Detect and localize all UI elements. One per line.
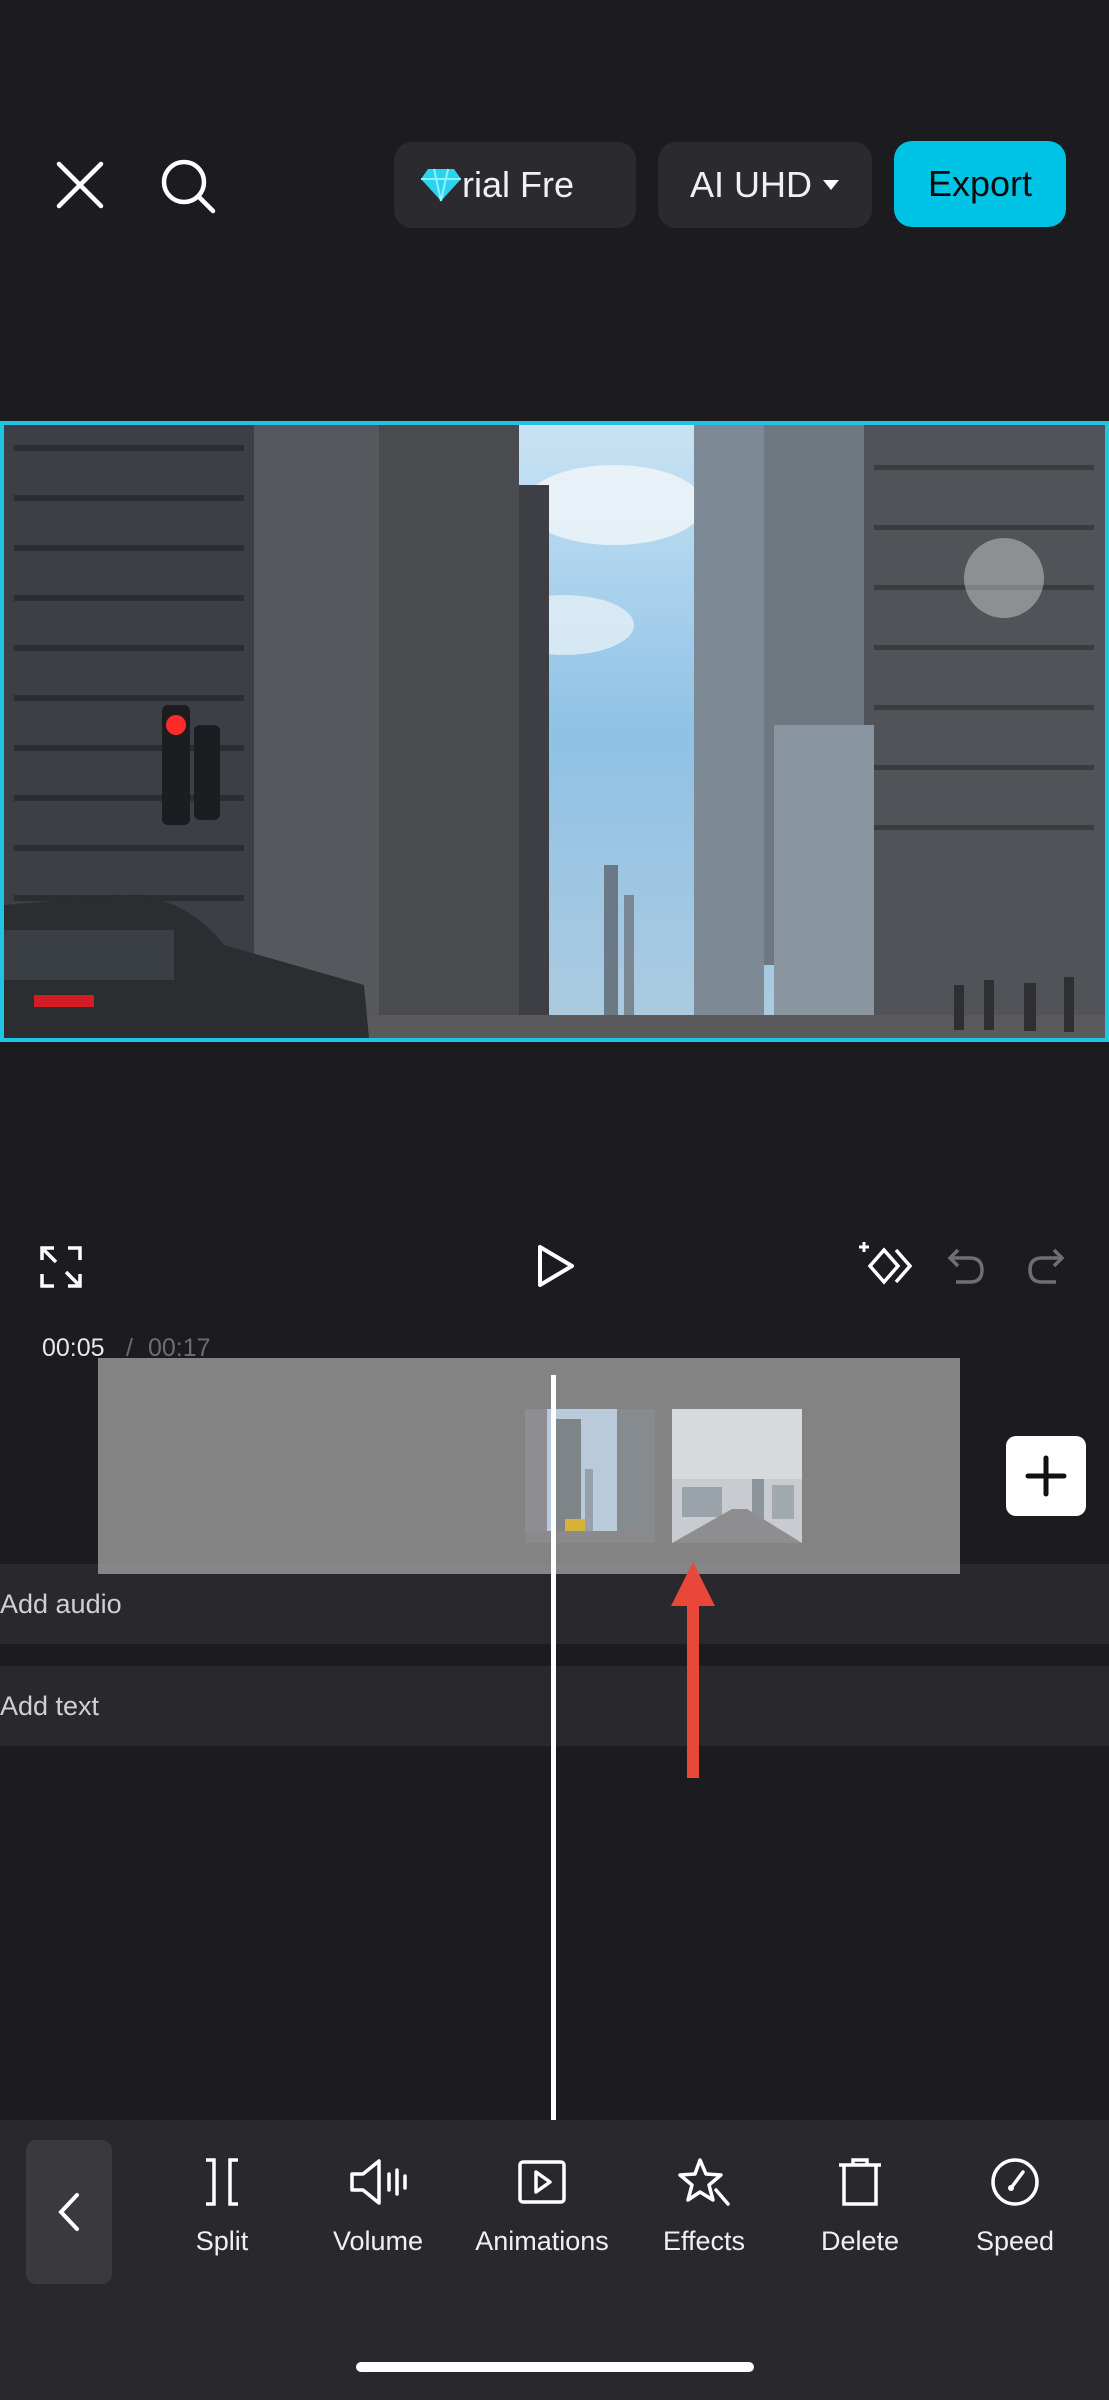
clip-thumbnail-image (525, 1409, 655, 1543)
street-scene-image (4, 425, 1105, 1038)
animations-tool[interactable]: Animations (472, 2152, 612, 2257)
current-time: 00:05 (42, 1334, 105, 1362)
back-button[interactable] (26, 2140, 112, 2284)
redo-button[interactable] (1024, 1244, 1068, 1288)
clip-thumbnail-image (672, 1409, 802, 1543)
arrow-up-annotation (671, 1562, 715, 1778)
video-preview[interactable] (0, 421, 1109, 1042)
caret-down-icon (823, 180, 839, 190)
trial-text: rial Fre (462, 164, 575, 205)
animations-icon (518, 2160, 566, 2204)
fullscreen-button[interactable] (38, 1244, 84, 1290)
speed-label: Speed (975, 2226, 1055, 2256)
volume-icon (350, 2159, 407, 2205)
diamond-icon (421, 168, 461, 202)
split-icon (206, 2158, 238, 2206)
add-clip-button[interactable] (1006, 1436, 1086, 1516)
speed-tool[interactable]: Speed (945, 2152, 1085, 2257)
ai-uhd-dropdown[interactable]: AI UHD (658, 142, 872, 228)
split-tool[interactable]: Split (152, 2152, 292, 2257)
plus-icon (1025, 1455, 1067, 1497)
animations-label: Animations (475, 2226, 609, 2256)
effects-label: Effects (662, 2226, 746, 2256)
volume-label: Volume (332, 2226, 424, 2256)
redo-icon (1028, 1248, 1065, 1284)
play-button[interactable] (530, 1240, 582, 1292)
search-icon (161, 159, 216, 214)
free-trial-pill[interactable]: rial Fre (394, 142, 636, 228)
effects-tool[interactable]: Effects (634, 2152, 774, 2257)
close-button[interactable] (50, 155, 110, 215)
clip-thumbnail-1[interactable] (525, 1409, 655, 1543)
audio-lane-label: Add audio (0, 1588, 122, 1619)
clip-thumbnail-2[interactable] (672, 1409, 802, 1543)
keyframe-icon (859, 1242, 913, 1285)
volume-tool[interactable]: Volume (308, 2152, 448, 2257)
search-button[interactable] (156, 154, 220, 218)
effects-star-icon (678, 2158, 730, 2206)
undo-button[interactable] (944, 1244, 988, 1288)
ai-uhd-label: AI UHD (689, 164, 812, 205)
speedometer-icon (991, 2158, 1039, 2206)
home-indicator (356, 2362, 754, 2372)
keyframe-button[interactable] (858, 1240, 914, 1292)
trash-icon (839, 2158, 881, 2206)
split-label: Split (195, 2226, 249, 2256)
chevron-left-icon (58, 2193, 79, 2231)
close-icon (56, 161, 104, 209)
export-button[interactable]: Export (894, 141, 1066, 227)
delete-label: Delete (820, 2226, 900, 2256)
fullscreen-icon (40, 1246, 82, 1288)
playhead[interactable] (551, 1375, 556, 2120)
delete-tool[interactable]: Delete (790, 2152, 930, 2257)
undo-icon (947, 1248, 984, 1284)
text-lane-label: Add text (0, 1690, 100, 1721)
play-icon (538, 1245, 574, 1287)
